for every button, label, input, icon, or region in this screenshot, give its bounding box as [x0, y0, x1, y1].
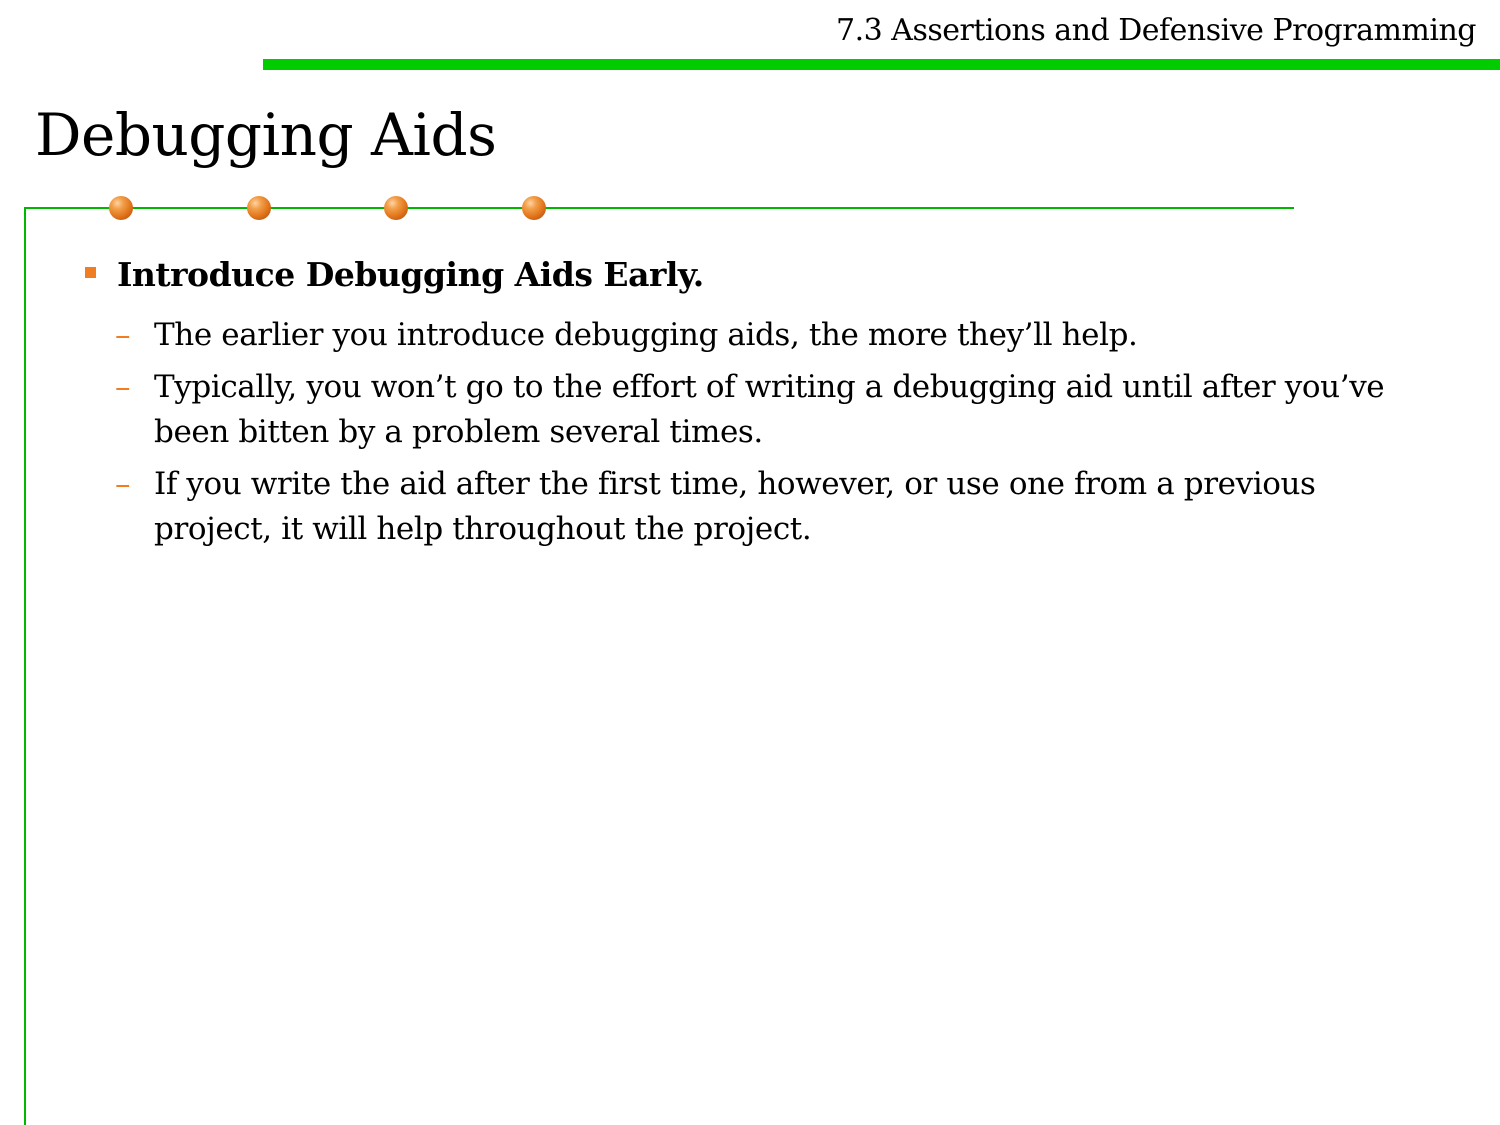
- dash-bullet-icon: –: [115, 317, 131, 353]
- bullet-item: Introduce Debugging Aids Early.: [82, 250, 1402, 306]
- decorative-dot-icon: [247, 196, 271, 220]
- decorative-dot-icon: [384, 196, 408, 220]
- dash-bullet-icon: –: [115, 466, 131, 502]
- title-divider: [24, 207, 1294, 209]
- sub-bullet-item: – The earlier you introduce debugging ai…: [82, 313, 1402, 358]
- decorative-dot-icon: [522, 196, 546, 220]
- decorative-dot-icon: [109, 196, 133, 220]
- dash-bullet-icon: –: [115, 369, 131, 405]
- left-border: [24, 207, 26, 1125]
- section-header: 7.3 Assertions and Defensive Programming: [836, 13, 1476, 48]
- sub-bullet-text: The earlier you introduce debugging aids…: [154, 317, 1138, 353]
- slide-title: Debugging Aids: [35, 101, 497, 169]
- sub-bullet-text: If you write the aid after the first tim…: [154, 466, 1316, 547]
- slide-content: Introduce Debugging Aids Early. – The ea…: [82, 250, 1402, 552]
- square-bullet-icon: [85, 267, 96, 278]
- header-divider: [263, 59, 1500, 70]
- bullet-heading: Introduce Debugging Aids Early.: [117, 255, 704, 294]
- sub-bullet-item: – If you write the aid after the first t…: [82, 462, 1402, 552]
- sub-bullet-item: – Typically, you won’t go to the effort …: [82, 365, 1402, 455]
- sub-bullet-text: Typically, you won’t go to the effort of…: [154, 369, 1385, 450]
